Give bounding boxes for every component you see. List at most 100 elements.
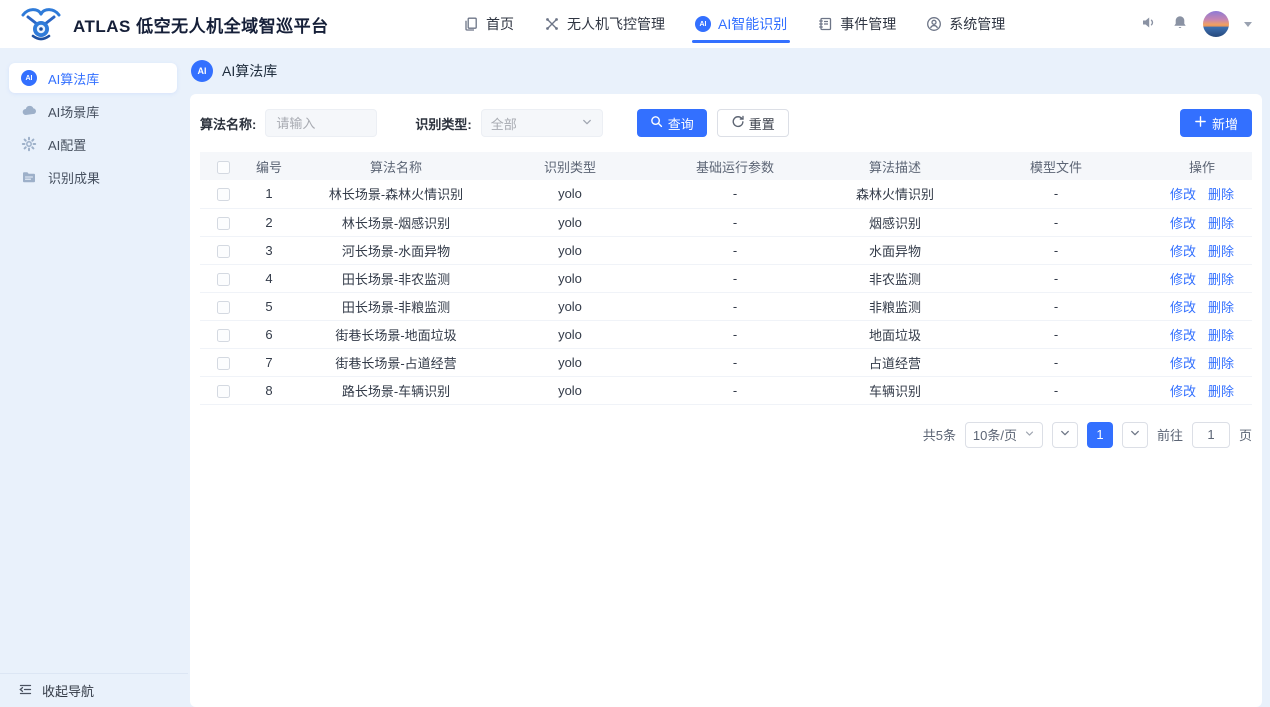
page-number-button[interactable]: 1 (1087, 422, 1113, 448)
edit-link[interactable]: 修改 (1170, 187, 1196, 202)
cell-run-params: - (640, 264, 830, 292)
nav-item-home[interactable]: 首页 (448, 0, 529, 48)
cloud-icon (21, 103, 37, 119)
cell-no: 3 (246, 236, 292, 264)
row-checkbox[interactable] (217, 245, 230, 258)
algorithm-name-input[interactable] (265, 109, 377, 137)
algorithm-table: 编号算法名称识别类型基础运行参数算法描述模型文件操作 1林长场景-森林火情识别y… (200, 152, 1252, 405)
edit-link[interactable]: 修改 (1170, 272, 1196, 287)
search-icon (650, 115, 663, 131)
nav-label: 系统管理 (949, 14, 1005, 34)
row-checkbox[interactable] (217, 217, 230, 230)
nav-label: AI智能识别 (718, 14, 787, 34)
nav-item-ai-recognition[interactable]: AI AI智能识别 (680, 0, 802, 48)
user-avatar[interactable] (1203, 11, 1229, 37)
cell-no: 6 (246, 320, 292, 348)
row-checkbox[interactable] (217, 357, 230, 370)
row-checkbox[interactable] (217, 273, 230, 286)
sidebar-item-ai-scene-library[interactable]: AI场景库 (9, 96, 177, 126)
delete-link[interactable]: 删除 (1208, 384, 1234, 399)
cell-recognition-type: yolo (500, 292, 640, 320)
search-button-label: 查询 (668, 114, 694, 133)
cell-algorithm-name: 田长场景-非粮监测 (292, 292, 500, 320)
prev-page-button[interactable] (1052, 422, 1078, 448)
delete-link[interactable]: 删除 (1208, 328, 1234, 343)
cell-model-file: - (960, 180, 1152, 208)
cell-actions: 修改删除 (1152, 208, 1252, 236)
cell-run-params: - (640, 376, 830, 404)
row-checkbox[interactable] (217, 188, 230, 201)
drone-logo-icon (18, 5, 64, 44)
edit-link[interactable]: 修改 (1170, 300, 1196, 315)
page-size-select[interactable]: 10条/页 (965, 422, 1043, 448)
chevron-down-icon (1059, 427, 1071, 442)
bell-icon[interactable] (1172, 14, 1188, 34)
reset-button-label: 重置 (749, 114, 775, 133)
cell-no: 1 (246, 180, 292, 208)
delete-link[interactable]: 删除 (1208, 300, 1234, 315)
nav-label: 事件管理 (840, 14, 896, 34)
collapse-nav-label: 收起导航 (42, 681, 94, 700)
cell-no: 4 (246, 264, 292, 292)
row-checkbox[interactable] (217, 329, 230, 342)
cell-actions: 修改删除 (1152, 348, 1252, 376)
table-header-row: 编号算法名称识别类型基础运行参数算法描述模型文件操作 (200, 152, 1252, 180)
cell-algorithm-name: 田长场景-非农监测 (292, 264, 500, 292)
caret-down-icon[interactable] (1244, 22, 1252, 27)
cell-model-file: - (960, 320, 1152, 348)
cell-model-file: - (960, 348, 1152, 376)
delete-link[interactable]: 删除 (1208, 216, 1234, 231)
column-header: 编号 (246, 152, 292, 180)
delete-link[interactable]: 删除 (1208, 356, 1234, 371)
sidebar-item-recognition-results[interactable]: 识别成果 (9, 162, 177, 192)
main-layout: AI AI算法库 AI场景库 AI配置 (0, 48, 1270, 707)
goto-page-input[interactable] (1192, 422, 1230, 448)
edit-link[interactable]: 修改 (1170, 328, 1196, 343)
cell-run-params: - (640, 320, 830, 348)
cell-run-params: - (640, 348, 830, 376)
page-size-value: 10条/页 (973, 425, 1017, 444)
edit-link[interactable]: 修改 (1170, 216, 1196, 231)
delete-link[interactable]: 删除 (1208, 187, 1234, 202)
nav-item-event-management[interactable]: 事件管理 (802, 0, 911, 48)
algorithm-name-label: 算法名称: (200, 114, 256, 133)
collapse-nav-icon (18, 682, 33, 700)
select-all-checkbox[interactable] (217, 161, 230, 174)
collapse-nav-button[interactable]: 收起导航 (0, 673, 188, 707)
cell-recognition-type: yolo (500, 320, 640, 348)
add-button[interactable]: 新增 (1180, 109, 1252, 137)
volume-icon[interactable] (1140, 14, 1157, 34)
edit-link[interactable]: 修改 (1170, 244, 1196, 259)
row-checkbox[interactable] (217, 301, 230, 314)
chevron-down-icon (1129, 427, 1141, 442)
search-button[interactable]: 查询 (637, 109, 707, 137)
recognition-type-select[interactable]: 全部 (481, 109, 603, 137)
cell-description: 非粮监测 (830, 292, 960, 320)
nav-item-drone-management[interactable]: 无人机飞控管理 (529, 0, 680, 48)
reset-button[interactable]: 重置 (717, 109, 789, 137)
cell-recognition-type: yolo (500, 376, 640, 404)
cell-no: 5 (246, 292, 292, 320)
table-row: 8路长场景-车辆识别yolo-车辆识别-修改删除 (200, 376, 1252, 404)
cell-run-params: - (640, 292, 830, 320)
sidebar-item-ai-config[interactable]: AI配置 (9, 129, 177, 159)
cell-actions: 修改删除 (1152, 320, 1252, 348)
delete-link[interactable]: 删除 (1208, 272, 1234, 287)
cell-recognition-type: yolo (500, 180, 640, 208)
total-count: 共5条 (923, 425, 956, 444)
ai-badge-icon: AI (21, 70, 37, 86)
nav-item-system-management[interactable]: 系统管理 (911, 0, 1020, 48)
cell-description: 水面异物 (830, 236, 960, 264)
table-row: 1林长场景-森林火情识别yolo-森林火情识别-修改删除 (200, 180, 1252, 208)
ai-page-icon: AI (191, 60, 213, 82)
cell-description: 非农监测 (830, 264, 960, 292)
delete-link[interactable]: 删除 (1208, 244, 1234, 259)
sidebar-item-ai-algorithm-library[interactable]: AI AI算法库 (9, 63, 177, 93)
edit-link[interactable]: 修改 (1170, 384, 1196, 399)
row-checkbox[interactable] (217, 385, 230, 398)
edit-link[interactable]: 修改 (1170, 356, 1196, 371)
cell-recognition-type: yolo (500, 264, 640, 292)
column-header: 算法名称 (292, 152, 500, 180)
refresh-icon (731, 115, 744, 131)
next-page-button[interactable] (1122, 422, 1148, 448)
